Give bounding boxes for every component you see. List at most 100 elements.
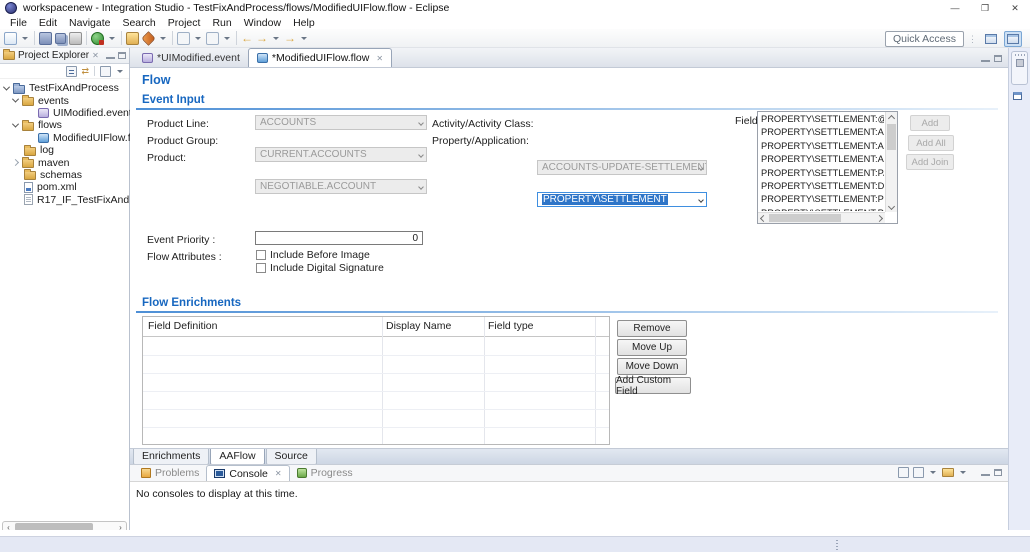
property-application-combo[interactable]: PROPERTY\SETTLEMENT xyxy=(537,192,707,207)
collapse-all-icon[interactable] xyxy=(66,66,77,77)
field-list-item[interactable]: PROPERTY\SETTLEMENT:PAYMENT.TY xyxy=(759,167,884,180)
field-list-vertical-scrollbar[interactable] xyxy=(885,112,897,212)
tab-source[interactable]: Source xyxy=(266,449,317,465)
tree-item-project[interactable]: TestFixAndProcess xyxy=(0,82,129,94)
new-dropdown-icon[interactable] xyxy=(22,37,28,40)
event-priority-input[interactable]: 0 xyxy=(255,231,423,245)
menu-help[interactable]: Help xyxy=(287,17,321,29)
last-edit-dropdown-icon[interactable] xyxy=(301,37,307,40)
menu-navigate[interactable]: Navigate xyxy=(63,17,116,29)
add-custom-field-button[interactable]: Add Custom Field xyxy=(615,377,691,394)
remove-button[interactable]: Remove xyxy=(617,320,687,337)
expander-icon[interactable] xyxy=(12,159,19,166)
open-folder-icon[interactable] xyxy=(126,32,139,45)
editor-tab-modifieduiflow-flow[interactable]: *ModifiedUIFlow.flow ✕ xyxy=(248,48,392,67)
tree-item-events[interactable]: events xyxy=(0,94,129,106)
scrollbar-thumb[interactable] xyxy=(769,214,841,222)
activity-class-combo[interactable]: ACCOUNTS-UPDATE-SETTLEMENT xyxy=(537,160,707,175)
perspective-other-icon[interactable] xyxy=(982,31,1000,47)
tree-item-log[interactable]: log xyxy=(0,144,129,156)
tree-item-uimodified-event[interactable]: UIModified.event xyxy=(0,107,129,119)
column-display-name[interactable]: Display Name xyxy=(386,320,451,332)
product-group-combo[interactable]: CURRENT.ACCOUNTS xyxy=(255,147,427,162)
editor-minimize-icon[interactable] xyxy=(981,55,990,62)
field-list-item[interactable]: PROPERTY\SETTLEMENT:ACTIVITY : st xyxy=(759,140,884,153)
link-with-editor-icon[interactable]: ⇄ xyxy=(81,66,89,77)
add-join-button[interactable]: Add Join xyxy=(906,154,954,170)
tab-enrichments[interactable]: Enrichments xyxy=(133,449,209,465)
save-icon[interactable] xyxy=(39,32,52,45)
tab-close-icon[interactable]: ✕ xyxy=(275,469,282,478)
include-digital-signature-checkbox[interactable] xyxy=(256,263,266,273)
tab-console[interactable]: Console ✕ xyxy=(206,465,289,481)
menu-edit[interactable]: Edit xyxy=(33,17,63,29)
drag-handle-icon[interactable] xyxy=(1015,54,1025,56)
tree-item-schemas[interactable]: schemas xyxy=(0,169,129,181)
field-list-item[interactable]: PROPERTY\SETTLEMENT:PR.VALUE : s xyxy=(759,207,884,211)
collapsed-view-icon[interactable] xyxy=(1016,59,1024,67)
tree-item-maven[interactable]: maven xyxy=(0,156,129,168)
menu-project[interactable]: Project xyxy=(162,17,207,29)
tab-close-icon[interactable]: ✕ xyxy=(376,54,383,63)
forward-arrow-icon[interactable]: → xyxy=(256,32,268,45)
editor-maximize-icon[interactable] xyxy=(994,55,1002,62)
run-config-icon[interactable] xyxy=(177,32,190,45)
field-list-item[interactable]: PROPERTY\SETTLEMENT:@ID : string xyxy=(759,113,884,126)
field-list[interactable]: PROPERTY\SETTLEMENT:@ID : string PROPERT… xyxy=(757,111,898,224)
scroll-up-icon[interactable] xyxy=(888,115,895,122)
debug-config-dropdown-icon[interactable] xyxy=(224,37,230,40)
fast-view-box[interactable] xyxy=(1011,51,1028,85)
include-before-image-checkbox[interactable] xyxy=(256,250,266,260)
explorer-tab-close-icon[interactable]: ✕ xyxy=(92,51,99,60)
field-list-horizontal-scrollbar[interactable] xyxy=(758,212,885,223)
scroll-left-icon[interactable] xyxy=(760,215,767,222)
display-console-dropdown-icon[interactable] xyxy=(930,471,936,474)
launch-icon[interactable] xyxy=(141,31,156,46)
expander-icon[interactable] xyxy=(12,96,19,103)
display-console-icon[interactable] xyxy=(913,467,924,478)
field-list-item[interactable]: PROPERTY\SETTLEMENT:DD.MANDA xyxy=(759,180,884,193)
tab-progress[interactable]: Progress xyxy=(290,465,360,481)
maximize-button[interactable]: ❐ xyxy=(970,0,1000,16)
product-line-combo[interactable]: ACCOUNTS xyxy=(255,115,427,130)
menu-run[interactable]: Run xyxy=(206,17,237,29)
tree-item-r17-file[interactable]: R17_IF_TestFixAndProcess, xyxy=(0,194,129,206)
menu-search[interactable]: Search xyxy=(116,17,161,29)
console-maximize-icon[interactable] xyxy=(994,469,1002,476)
view-menu-icon[interactable] xyxy=(100,66,111,77)
new-wizard-icon[interactable] xyxy=(4,32,17,45)
forward-dropdown-icon[interactable] xyxy=(273,37,279,40)
menu-window[interactable]: Window xyxy=(238,17,287,29)
debug-config-icon[interactable] xyxy=(206,32,219,45)
explorer-minimize-icon[interactable] xyxy=(106,52,115,59)
back-arrow-icon[interactable]: ← xyxy=(241,32,253,45)
editor-tab-uimodified-event[interactable]: *UIModified.event xyxy=(134,48,248,67)
t24-run-icon[interactable] xyxy=(91,32,104,45)
console-minimize-icon[interactable] xyxy=(981,469,990,476)
save-all-icon[interactable] xyxy=(55,33,66,44)
scroll-right-icon[interactable] xyxy=(876,215,883,222)
expander-icon[interactable] xyxy=(12,120,19,127)
t24-run-dropdown-icon[interactable] xyxy=(109,37,115,40)
menu-file[interactable]: File xyxy=(4,17,33,29)
field-list-item[interactable]: PROPERTY\SETTLEMENT:PR.ATTRIBU xyxy=(759,193,884,206)
field-list-item[interactable]: PROPERTY\SETTLEMENT:ARRANGEM xyxy=(759,126,884,139)
run-config-dropdown-icon[interactable] xyxy=(195,37,201,40)
view-menu-dropdown-icon[interactable] xyxy=(117,70,123,73)
scrollbar-thumb[interactable] xyxy=(887,124,896,150)
last-edit-icon[interactable]: → xyxy=(284,32,296,45)
column-field-definition[interactable]: Field Definition xyxy=(148,320,217,332)
enrichments-table[interactable]: Field Definition Display Name Field type xyxy=(142,316,610,445)
quick-access-box[interactable]: Quick Access xyxy=(885,31,964,47)
print-icon[interactable] xyxy=(69,32,82,45)
perspective-active-icon[interactable] xyxy=(1004,31,1022,47)
field-list-item[interactable]: PROPERTY\SETTLEMENT:ACTION : str xyxy=(759,153,884,166)
launch-dropdown-icon[interactable] xyxy=(160,37,166,40)
tab-problems[interactable]: Problems xyxy=(134,465,206,481)
add-all-button[interactable]: Add All xyxy=(908,135,954,151)
open-console-dropdown-icon[interactable] xyxy=(960,471,966,474)
minimize-button[interactable]: — xyxy=(940,0,970,16)
tree-item-flows[interactable]: flows xyxy=(0,119,129,131)
open-console-icon[interactable] xyxy=(942,468,954,477)
explorer-maximize-icon[interactable] xyxy=(118,52,126,59)
